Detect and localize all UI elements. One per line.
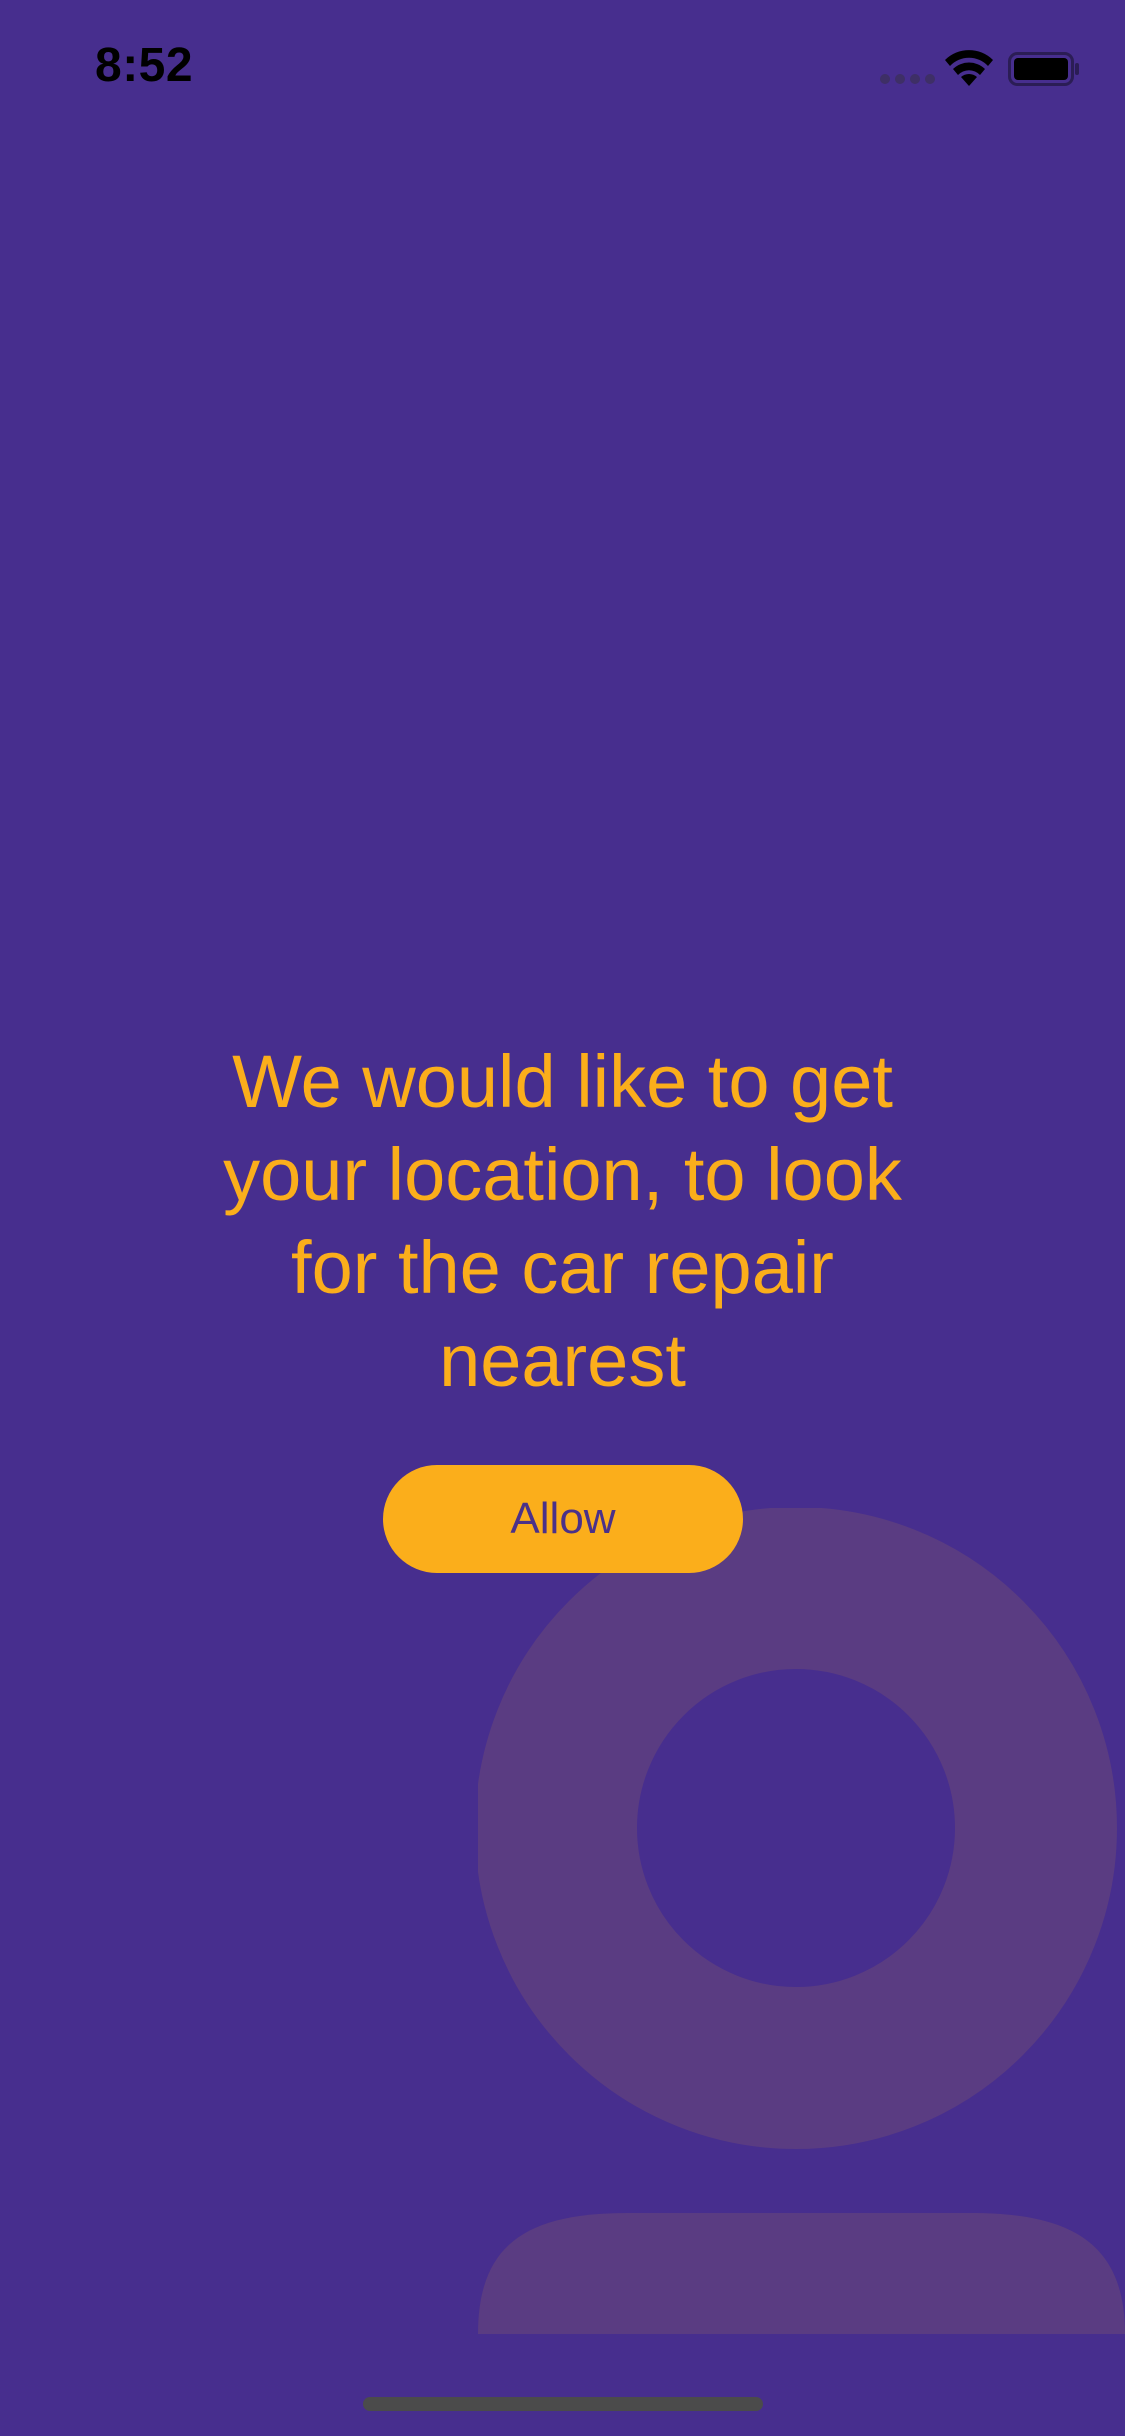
battery-icon [1008, 52, 1079, 86]
allow-button[interactable]: Allow [383, 1465, 743, 1573]
status-time: 8:52 [95, 39, 194, 92]
location-permission-message: We would like to get your location, to l… [223, 1040, 902, 1402]
home-indicator[interactable] [363, 2397, 763, 2411]
signal-dots-icon [880, 74, 936, 86]
person-icon [478, 1508, 1125, 2334]
status-bar: 8:52 [0, 0, 1125, 132]
wifi-icon [945, 50, 993, 86]
